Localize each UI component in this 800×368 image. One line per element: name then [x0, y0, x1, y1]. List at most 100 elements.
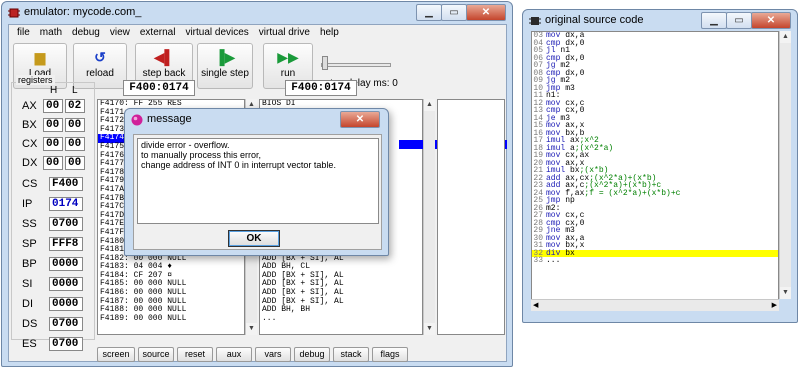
reg-di-label: DI	[22, 298, 33, 310]
source-title: original source code	[545, 14, 644, 26]
minimize-button[interactable]: ▁	[416, 4, 442, 21]
message-line: divide error - overflow.	[141, 140, 230, 150]
menu-virtual-devices[interactable]: virtual devices	[181, 25, 254, 42]
message-line: change address of INT 0 in interrupt vec…	[141, 160, 336, 170]
scroll-right-icon[interactable]: ▶	[772, 301, 777, 309]
dialog-close-button[interactable]: ✕	[340, 111, 380, 128]
menu-view[interactable]: view	[106, 25, 136, 42]
reg-ss[interactable]: 0700	[49, 217, 83, 231]
source-vscrollbar[interactable]: ▲ ▼	[779, 31, 791, 299]
step-delay-slider[interactable]	[322, 56, 328, 70]
reg-ax-h[interactable]: 00	[43, 99, 63, 113]
close-icon: ✕	[481, 7, 491, 18]
close-button[interactable]: ✕	[751, 12, 791, 29]
disasm-scrollbar[interactable]: ▲ ▼	[423, 99, 435, 335]
maximize-button[interactable]: ▭	[726, 12, 752, 29]
reg-bx-label: BX	[22, 119, 37, 131]
menu-bar: file math debug view external virtual de…	[9, 25, 506, 42]
reg-ip-label: IP	[22, 198, 33, 210]
vars-button[interactable]: vars	[255, 347, 291, 362]
reg-cx-l[interactable]: 00	[65, 137, 85, 151]
flags-button[interactable]: flags	[372, 347, 408, 362]
ok-button[interactable]: OK	[228, 230, 280, 247]
reg-ds[interactable]: 0700	[49, 317, 83, 331]
source-titlebar[interactable]: original source code ▁ ▭ ✕	[523, 10, 797, 32]
reg-es[interactable]: 0700	[49, 337, 83, 351]
run-icon: ▶▶	[277, 49, 299, 65]
menu-help[interactable]: help	[316, 25, 345, 42]
source-line-current[interactable]: 32 div bx	[532, 249, 778, 258]
reg-dx-l[interactable]: 00	[65, 156, 85, 170]
reg-cs[interactable]: F400	[49, 177, 83, 191]
aux-button[interactable]: aux	[216, 347, 252, 362]
step-back-icon: ◀▌	[153, 49, 175, 65]
chip-icon	[529, 17, 541, 25]
message-dialog: message ✕ divide error - overflow. to ma…	[124, 108, 389, 256]
menu-debug[interactable]: debug	[68, 25, 106, 42]
registers-title: registers	[16, 75, 55, 85]
memory-address-field[interactable]: F400:0174	[123, 80, 195, 96]
source-hscrollbar[interactable]: ◀ ▶	[531, 299, 779, 311]
maximize-icon: ▭	[449, 7, 459, 18]
disasm-row[interactable]: ...	[260, 314, 422, 324]
scroll-down-icon[interactable]: ▼	[246, 323, 257, 335]
dialog-titlebar[interactable]: message ✕	[125, 109, 388, 131]
folder-icon: ▆	[34, 49, 46, 65]
minimize-button[interactable]: ▁	[701, 12, 727, 29]
reg-ss-label: SS	[22, 218, 37, 230]
reg-ds-label: DS	[22, 318, 38, 330]
reg-cx-h[interactable]: 00	[43, 137, 63, 151]
source-editor[interactable]: 03 mov dx,a 04 cmp dx,0 05 jl n1 06 cmp dx,0 07 j…	[531, 31, 779, 311]
dialog-body: divide error - overflow. to manually pro…	[133, 134, 382, 250]
emulator-titlebar[interactable]: emulator: mycode.com_ ▁ ▭ ✕	[2, 2, 512, 24]
maximize-button[interactable]: ▭	[441, 4, 467, 21]
step-delay-track[interactable]	[321, 63, 391, 67]
close-icon: ✕	[766, 15, 776, 26]
reg-ax-l[interactable]: 02	[65, 99, 85, 113]
emulator-title: emulator: mycode.com_	[24, 6, 142, 18]
reg-bx-l[interactable]: 00	[65, 118, 85, 132]
maximize-icon: ▭	[734, 15, 744, 26]
memory-row[interactable]: F4189: 00 000 NULL	[98, 314, 244, 324]
close-button[interactable]: ✕	[466, 4, 506, 21]
debug-button[interactable]: debug	[294, 347, 330, 362]
scroll-up-icon[interactable]: ▲	[424, 99, 435, 111]
menu-external[interactable]: external	[136, 25, 182, 42]
reset-button[interactable]: reset	[177, 347, 213, 362]
line-number: 33	[533, 256, 543, 266]
disasm-row[interactable]: ADD BH, BH	[260, 306, 422, 315]
minimize-icon: ▁	[710, 15, 718, 26]
scroll-down-icon[interactable]: ▼	[424, 323, 435, 335]
scroll-left-icon[interactable]: ◀	[533, 301, 538, 309]
col-l-label: L	[72, 85, 78, 96]
reg-bx-h[interactable]: 00	[43, 118, 63, 132]
stack-button[interactable]: stack	[333, 347, 369, 362]
source-button[interactable]: source	[138, 347, 174, 362]
source-line[interactable]: 25 jmp np	[532, 197, 778, 205]
reg-si[interactable]: 0000	[49, 277, 83, 291]
screen-button[interactable]: screen	[97, 347, 135, 362]
reg-di[interactable]: 0000	[49, 297, 83, 311]
close-icon: ✕	[355, 114, 365, 125]
menu-virtual-drive[interactable]: virtual drive	[255, 25, 316, 42]
reg-ip[interactable]: 0174	[49, 197, 83, 211]
message-icon	[131, 114, 143, 126]
source-line[interactable]: 33...	[532, 257, 778, 265]
reg-sp[interactable]: FFF8	[49, 237, 83, 251]
minimize-icon: ▁	[425, 7, 433, 18]
menu-math[interactable]: math	[36, 25, 68, 42]
reg-dx-h[interactable]: 00	[43, 156, 63, 170]
menu-file[interactable]: file	[13, 25, 36, 42]
chip-icon	[8, 8, 20, 18]
reg-es-label: ES	[22, 338, 37, 350]
single-step-button[interactable]: ▐▶ single step	[197, 43, 253, 89]
scroll-down-icon[interactable]: ▼	[780, 287, 791, 299]
source-line[interactable]: 10 jmp m3	[532, 84, 778, 93]
message-line: to manually process this error,	[141, 150, 262, 160]
scroll-up-icon[interactable]: ▲	[780, 31, 791, 43]
reg-bp[interactable]: 0000	[49, 257, 83, 271]
disasm-address-field[interactable]: F400:0174	[285, 80, 357, 96]
reg-si-label: SI	[22, 278, 33, 290]
reg-sp-label: SP	[22, 238, 37, 250]
reg-ax-label: AX	[22, 100, 37, 112]
